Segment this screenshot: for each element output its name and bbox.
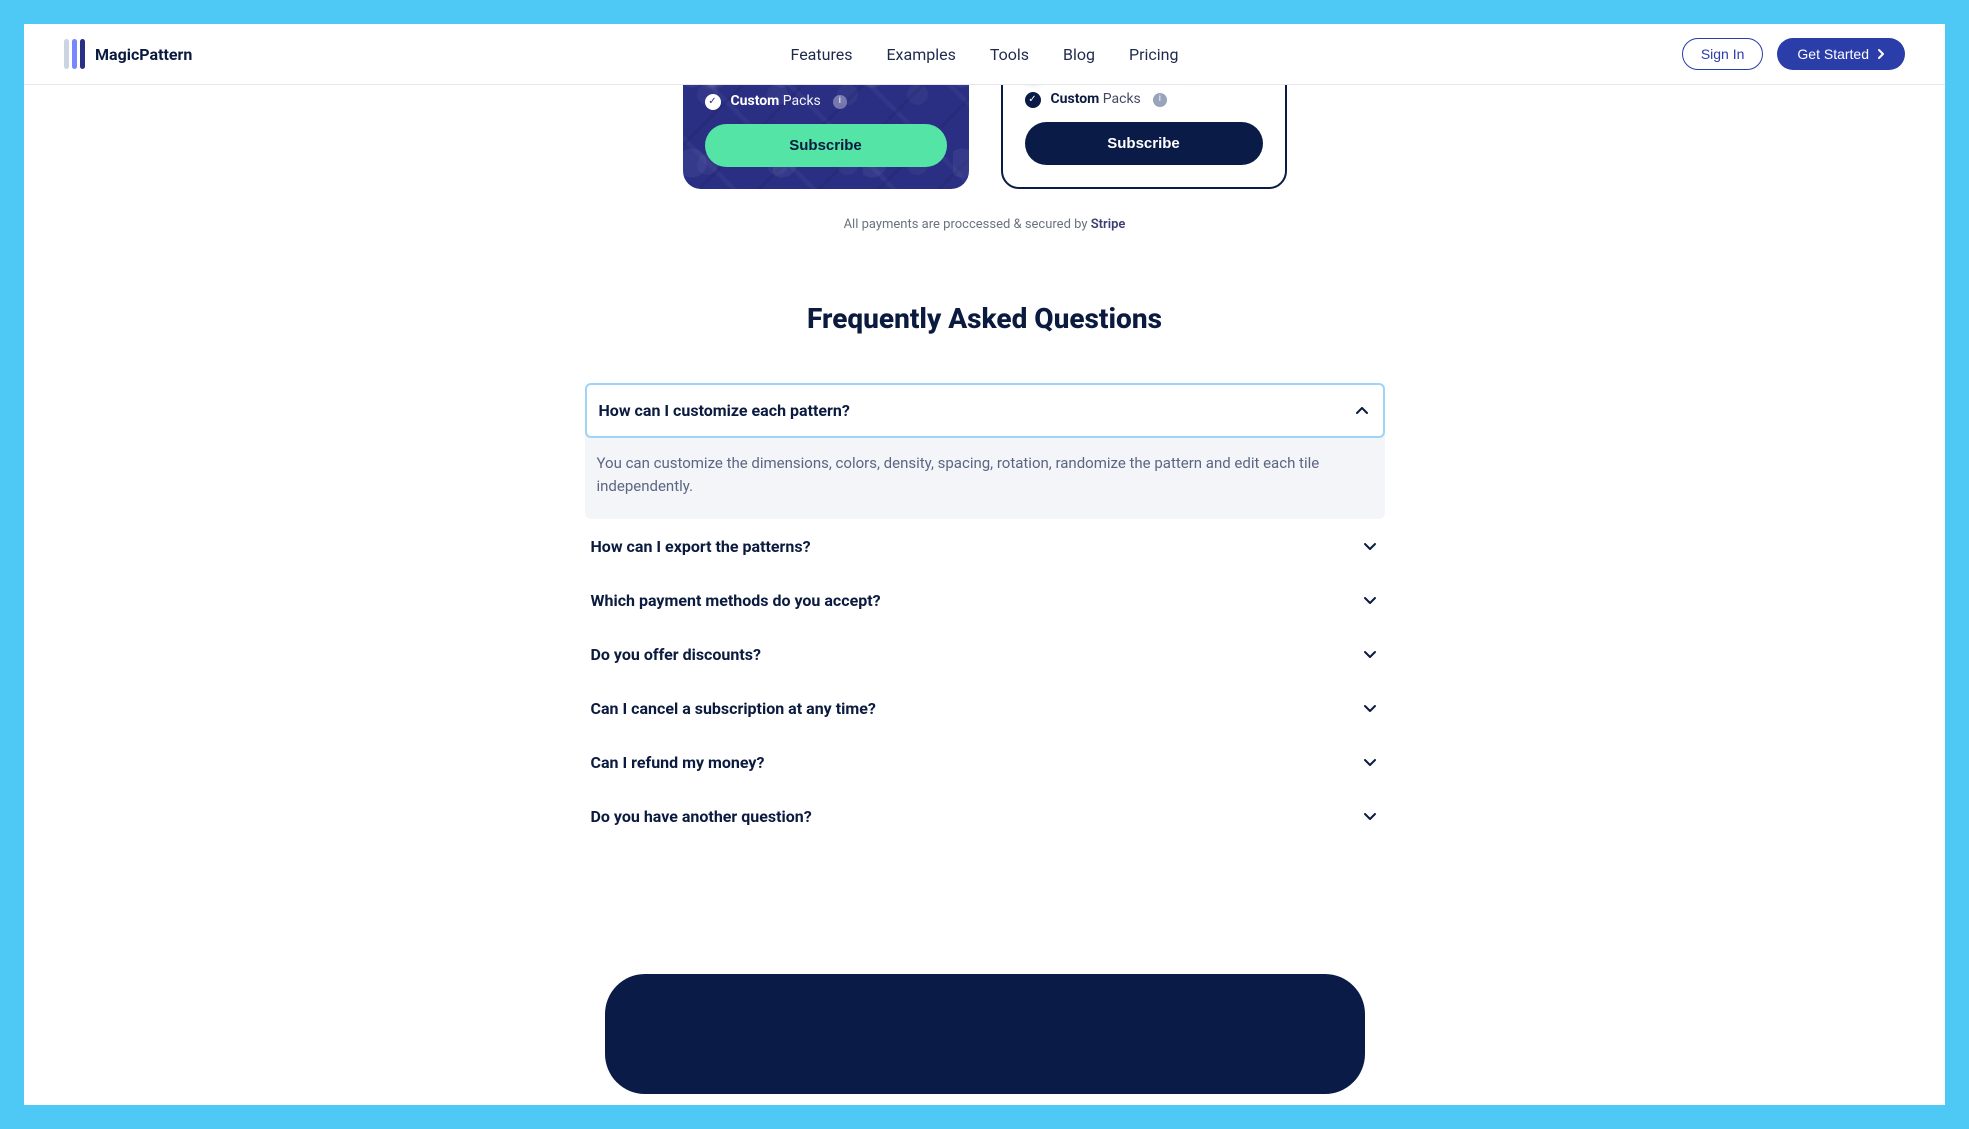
check-icon: ✓: [705, 94, 721, 110]
nav-examples[interactable]: Examples: [886, 45, 955, 64]
subscribe-button-secondary[interactable]: Subscribe: [1025, 122, 1263, 165]
get-started-button[interactable]: Get Started: [1777, 38, 1905, 70]
chevron-down-icon: [1361, 807, 1379, 825]
faq-question: Do you have another question?: [591, 807, 812, 826]
brand[interactable]: MagicPattern: [64, 39, 192, 69]
info-icon: i: [833, 95, 847, 109]
auth-actions: Sign In Get Started: [1682, 38, 1905, 70]
check-icon: ✓: [1025, 92, 1041, 108]
faq-toggle[interactable]: Can I cancel a subscription at any time?: [585, 682, 1385, 735]
chevron-down-icon: [1361, 699, 1379, 717]
signin-button[interactable]: Sign In: [1682, 38, 1764, 70]
faq-toggle[interactable]: Do you have another question?: [585, 790, 1385, 843]
footer-cta-banner[interactable]: [605, 974, 1365, 1094]
faq-answer: You can customize the dimensions, colors…: [585, 438, 1385, 519]
top-nav: MagicPattern Features Examples Tools Blo…: [24, 24, 1945, 85]
faq-question: Can I refund my money?: [591, 753, 765, 772]
faq-item: Can I cancel a subscription at any time?: [585, 681, 1385, 735]
logo-icon: [64, 39, 85, 69]
payment-note-text: All payments are proccessed & secured by: [844, 217, 1088, 232]
chevron-right-icon: [1875, 48, 1887, 60]
brand-name: MagicPattern: [95, 45, 192, 64]
faq-question: Do you offer discounts?: [591, 645, 761, 664]
nav-blog[interactable]: Blog: [1063, 45, 1095, 64]
faq-question: How can I export the patterns?: [591, 537, 811, 556]
faq-item: How can I customize each pattern? You ca…: [585, 383, 1385, 519]
chevron-down-icon: [1361, 645, 1379, 663]
chevron-up-icon: [1353, 402, 1371, 420]
nav-features[interactable]: Features: [791, 45, 853, 64]
faq-section: Frequently Asked Questions How can I cus…: [575, 302, 1395, 883]
nav-pricing[interactable]: Pricing: [1129, 45, 1179, 64]
primary-nav: Features Examples Tools Blog Pricing: [791, 45, 1179, 64]
plan-feature-text: Custom Packs: [731, 93, 821, 110]
subscribe-button-primary[interactable]: Subscribe: [705, 124, 947, 167]
faq-item: Can I refund my money?: [585, 735, 1385, 789]
faq-toggle[interactable]: Can I refund my money?: [585, 736, 1385, 789]
info-icon: i: [1153, 93, 1167, 107]
get-started-label: Get Started: [1797, 46, 1869, 62]
faq-item: How can I export the patterns?: [585, 519, 1385, 573]
faq-question: How can I customize each pattern?: [599, 401, 850, 420]
plan-feature: ✓ Custom Packs i: [1025, 91, 1263, 108]
chevron-down-icon: [1361, 591, 1379, 609]
faq-toggle[interactable]: How can I export the patterns?: [585, 520, 1385, 573]
faq-toggle[interactable]: Do you offer discounts?: [585, 628, 1385, 681]
payment-note: All payments are proccessed & secured by…: [24, 217, 1945, 232]
plan-feature-text: Custom Packs: [1051, 91, 1141, 108]
faq-toggle[interactable]: How can I customize each pattern?: [585, 383, 1385, 438]
chevron-down-icon: [1361, 537, 1379, 555]
plan-feature: ✓ Custom Packs i: [705, 93, 947, 110]
chevron-down-icon: [1361, 753, 1379, 771]
faq-question: Can I cancel a subscription at any time?: [591, 699, 876, 718]
faq-item: Which payment methods do you accept?: [585, 573, 1385, 627]
faq-toggle[interactable]: Which payment methods do you accept?: [585, 574, 1385, 627]
faq-item: Do you offer discounts?: [585, 627, 1385, 681]
stripe-brand: Stripe: [1091, 217, 1126, 232]
faq-question: Which payment methods do you accept?: [591, 591, 881, 610]
faq-item: Do you have another question?: [585, 789, 1385, 843]
faq-title: Frequently Asked Questions: [585, 302, 1385, 335]
nav-tools[interactable]: Tools: [990, 45, 1029, 64]
